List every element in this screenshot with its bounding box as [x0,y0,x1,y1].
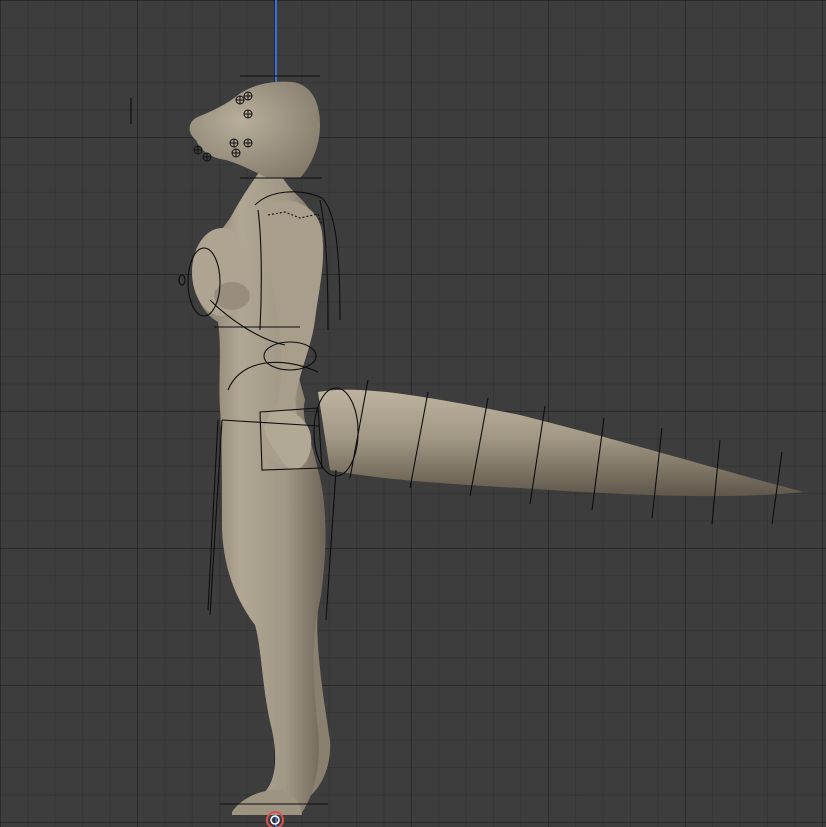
head-mesh[interactable] [189,81,320,178]
viewport-scene[interactable] [0,0,826,827]
tail-mesh[interactable] [318,389,803,497]
3d-viewport[interactable] [0,0,826,827]
